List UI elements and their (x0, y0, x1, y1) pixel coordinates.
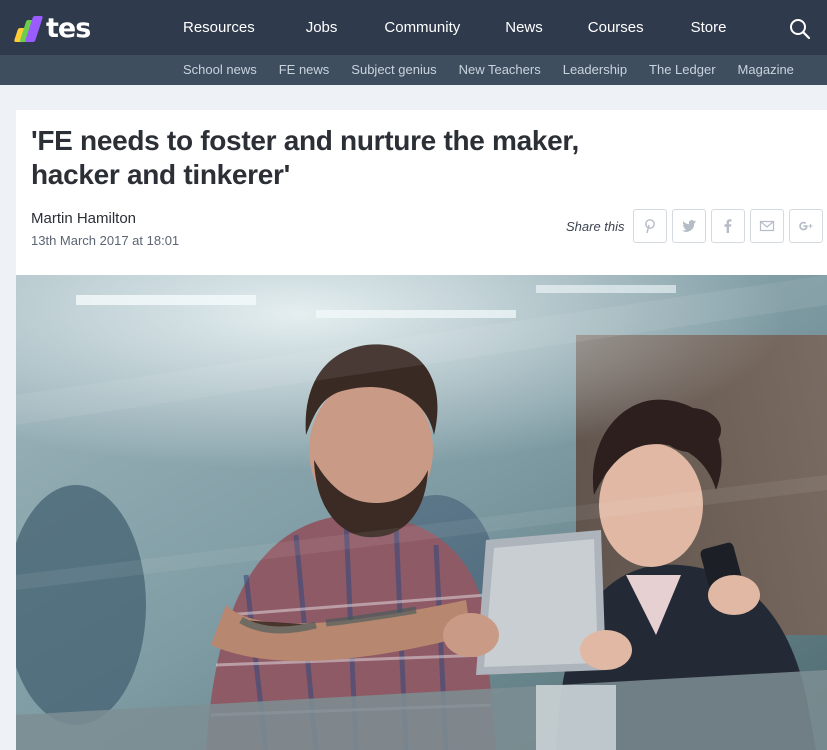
twitter-icon (681, 220, 696, 232)
facebook-icon (724, 219, 732, 233)
nav-jobs[interactable]: Jobs (306, 0, 338, 55)
share-bar: Share this (566, 209, 823, 243)
article-title-line-2: hacker and tinkerer' (31, 159, 291, 190)
share-twitter-button[interactable] (671, 209, 706, 243)
share-email-button[interactable] (749, 209, 784, 243)
tes-logo-text: tes (46, 13, 91, 44)
pinterest-icon (644, 219, 655, 234)
nav-courses[interactable]: Courses (588, 0, 644, 55)
nav-store[interactable]: Store (691, 0, 727, 55)
email-icon (759, 220, 774, 232)
google-plus-icon (798, 221, 813, 231)
nav-resources[interactable]: Resources (183, 0, 255, 55)
search-icon (790, 19, 811, 40)
sub-navigation-bar: School news FE news Subject genius New T… (0, 55, 827, 85)
nav-community[interactable]: Community (384, 0, 460, 55)
tes-logo[interactable]: tes (13, 13, 91, 44)
subnav-school-news[interactable]: School news (183, 55, 257, 85)
share-label: Share this (566, 218, 625, 234)
tes-logo-mark-icon (13, 16, 44, 42)
nav-news[interactable]: News (505, 0, 543, 55)
article-card: 'FE needs to foster and nurture the make… (16, 110, 827, 750)
share-facebook-button[interactable] (710, 209, 745, 243)
subnav-subject-genius[interactable]: Subject genius (351, 55, 436, 85)
news-subnav: School news FE news Subject genius New T… (183, 55, 794, 85)
top-navigation-bar: tes Resources Jobs Community News Course… (0, 0, 827, 55)
article-author[interactable]: Martin Hamilton (31, 210, 136, 227)
subnav-leadership[interactable]: Leadership (563, 55, 627, 85)
hero-photo-two-people-with-tablet (16, 275, 827, 750)
subnav-new-teachers[interactable]: New Teachers (459, 55, 541, 85)
subnav-fe-news[interactable]: FE news (279, 55, 330, 85)
article-hero-image (16, 275, 827, 750)
subnav-the-ledger[interactable]: The Ledger (649, 55, 716, 85)
search-button[interactable] (788, 17, 812, 41)
article-title-line-1: 'FE needs to foster and nurture the make… (31, 125, 579, 156)
article-date: 13th March 2017 at 18:01 (31, 233, 180, 248)
main-nav: Resources Jobs Community News Courses St… (160, 0, 726, 55)
share-google-plus-button[interactable] (788, 209, 823, 243)
subnav-magazine[interactable]: Magazine (738, 55, 794, 85)
share-pinterest-button[interactable] (632, 209, 667, 243)
article-title: 'FE needs to foster and nurture the make… (31, 124, 651, 192)
